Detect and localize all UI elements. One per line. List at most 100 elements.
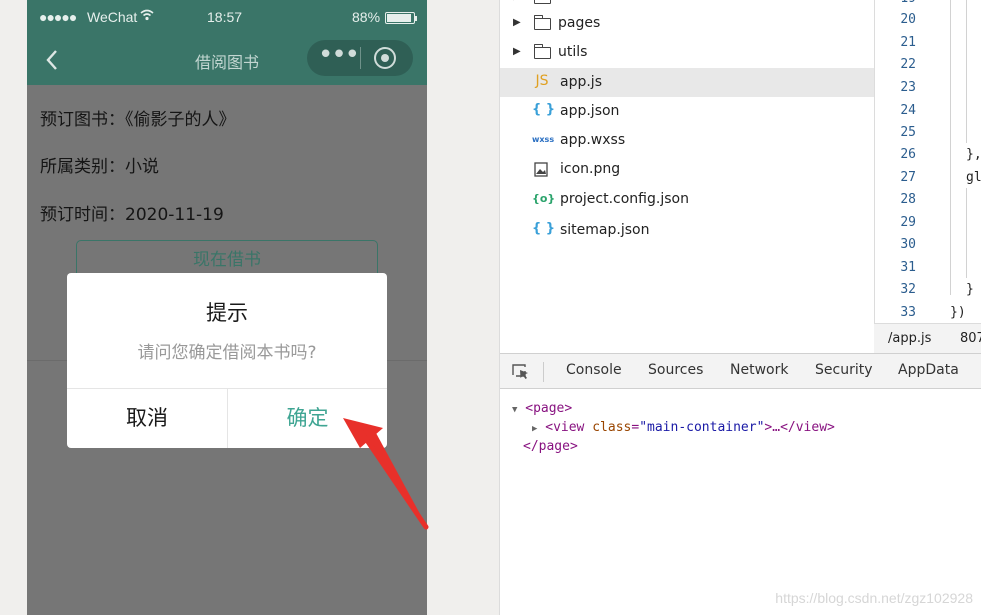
navigation-bar: ●●●●● WeChat 18:57 88% 借阅图书 ••• <box>27 0 427 85</box>
code-line: gl <box>966 170 981 185</box>
tree-item-label: project.config.json <box>560 191 689 207</box>
tab-network[interactable]: Network <box>730 362 788 378</box>
close-dot <box>381 54 389 62</box>
line-number: 28 <box>900 192 916 207</box>
battery-icon <box>385 12 417 24</box>
inspect-element-icon[interactable] <box>512 364 529 379</box>
dom-node-page[interactable]: ▼ <page> <box>512 401 572 416</box>
wxml-panel: ▼ <page> ▶ <view class="main-container">… <box>500 389 981 615</box>
line-number: 29 <box>900 215 916 230</box>
tree-item-sitemap-json[interactable]: { } sitemap.json <box>500 216 874 245</box>
category-text: 所属类别：小说 <box>40 157 159 177</box>
line-number: 30 <box>900 237 916 252</box>
signal-icon: ●●●●● <box>39 9 77 25</box>
json-file-icon: { } <box>532 221 556 236</box>
wifi-icon <box>140 8 154 25</box>
tab-separator <box>543 362 544 382</box>
battery-tip <box>415 16 417 21</box>
line-number: 20 <box>900 12 916 27</box>
tree-item-icon-png[interactable]: icon.png <box>500 155 874 184</box>
line-number: 23 <box>900 80 916 95</box>
code-editor[interactable]: 19 20 21 22 23 24 25 26 27 28 29 30 31 3… <box>874 0 981 323</box>
expand-down-icon[interactable]: ▼ <box>512 405 517 415</box>
tab-console[interactable]: Console <box>566 362 622 378</box>
battery-fill <box>387 14 411 22</box>
tree-item-app-js[interactable]: JS app.js <box>500 68 874 97</box>
tree-item-label: utils <box>558 44 588 60</box>
booking-time-text: 预订时间：2020-11-19 <box>40 205 224 225</box>
carrier-label: WeChat <box>87 9 138 25</box>
tab-sources[interactable]: Sources <box>648 362 703 378</box>
tree-item-label: icon.png <box>560 161 621 177</box>
cancel-button[interactable]: 取消 <box>67 388 227 448</box>
file-tree: ▶ ▶ pages ▶ utils JS app.js { } app.json… <box>500 0 874 353</box>
indent-guide <box>966 0 967 143</box>
tree-item-utils[interactable]: ▶ utils <box>500 38 874 67</box>
line-number: 31 <box>900 260 916 275</box>
json-file-icon: { } <box>532 102 556 117</box>
confirm-dialog: 提示 请问您确定借阅本书吗? 取消 确定 <box>67 273 387 448</box>
js-file-icon: JS <box>535 73 549 89</box>
close-miniprogram-icon[interactable] <box>374 47 396 69</box>
tree-item-label: pages <box>558 15 601 31</box>
page-close-tag: </page> <box>523 439 578 454</box>
tree-item-app-json[interactable]: { } app.json <box>500 97 874 126</box>
simulator-gutter <box>427 0 500 615</box>
tab-appdata[interactable]: AppData <box>898 362 959 378</box>
tree-item-label: sitemap.json <box>560 222 650 238</box>
status-cursor-position: 807 <box>960 331 981 346</box>
confirm-button[interactable]: 确定 <box>228 388 387 448</box>
status-time: 18:57 <box>207 9 243 25</box>
line-number: 25 <box>900 125 916 140</box>
more-icon[interactable]: ••• <box>317 40 360 76</box>
code-line: } <box>966 282 974 297</box>
indent-guide <box>950 0 951 295</box>
wxss-file-icon: wxss <box>532 135 555 144</box>
devtools-tab-bar: Console Sources Network Security AppData <box>500 353 981 389</box>
tree-item-label: app.json <box>560 103 620 119</box>
line-number: 27 <box>900 170 916 185</box>
booked-book-text: 预订图书：《偷影子的人》 <box>40 110 236 130</box>
menu-capsule: ••• <box>307 40 413 76</box>
code-line: }) <box>950 305 966 320</box>
line-number: 21 <box>900 35 916 50</box>
dom-node-page-close: </page> <box>523 439 578 454</box>
capsule-divider <box>360 47 361 69</box>
line-number-partial: 19 <box>874 0 916 6</box>
view-open-tag: <view <box>545 420 585 435</box>
tree-item-label: app.wxss <box>560 132 626 148</box>
caret-right-icon[interactable]: ▶ <box>513 46 521 57</box>
battery-percent: 88% <box>352 9 381 25</box>
view-rest: >…</view> <box>764 420 835 435</box>
line-number: 24 <box>900 103 916 118</box>
tab-security[interactable]: Security <box>815 362 873 378</box>
tree-item-label: app.js <box>560 74 602 90</box>
line-number: 22 <box>900 57 916 72</box>
attr-value: "main-container" <box>639 420 765 435</box>
page-open-tag: <page> <box>525 401 573 416</box>
attr-name: class <box>592 420 632 435</box>
indent-guide <box>966 188 967 278</box>
tree-item-app-wxss[interactable]: wxss app.wxss <box>500 126 874 155</box>
folder-icon <box>533 15 551 30</box>
line-number: 33 <box>900 305 916 320</box>
dialog-message: 请问您确定借阅本书吗? <box>137 343 317 363</box>
phone-simulator: ●●●●● WeChat 18:57 88% 借阅图书 ••• 预订图书：《偷影… <box>27 0 427 615</box>
caret-right-icon: ▶ <box>513 0 521 2</box>
code-line: }, <box>966 147 981 162</box>
caret-right-icon[interactable]: ▶ <box>513 17 521 28</box>
editor-status-bar: /app.js 807 <box>874 323 981 353</box>
tree-item-project-config[interactable]: {o} project.config.json <box>500 185 874 214</box>
dom-node-view[interactable]: ▶ <view class="main-container">…</view> <box>532 420 835 435</box>
line-number: 32 <box>900 282 916 297</box>
status-file-path: /app.js <box>888 331 932 346</box>
tree-item-pages[interactable]: ▶ pages <box>500 9 874 38</box>
watermark: https://blog.csdn.net/zgz102928 <box>775 590 973 606</box>
folder-icon <box>534 0 551 4</box>
folder-icon <box>533 44 551 59</box>
dialog-title: 提示 <box>206 301 248 325</box>
line-number: 26 <box>900 147 916 162</box>
image-file-icon <box>534 162 548 181</box>
expand-right-icon[interactable]: ▶ <box>532 424 537 434</box>
config-file-icon: {o} <box>532 192 556 205</box>
